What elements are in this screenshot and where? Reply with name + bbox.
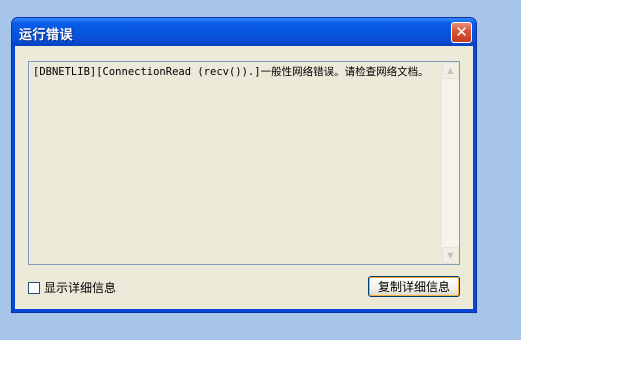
show-details-label: 显示详细信息 bbox=[44, 281, 117, 295]
error-message-box[interactable]: [DBNETLIB][ConnectionRead (recv()).]一般性网… bbox=[28, 61, 460, 265]
scroll-down-arrow-icon: ▼ bbox=[447, 251, 454, 260]
vertical-scrollbar[interactable]: ▲ ▼ bbox=[442, 62, 459, 264]
copy-details-button[interactable]: 复制详细信息 bbox=[368, 276, 460, 297]
show-details-option[interactable]: 显示详细信息 bbox=[28, 279, 116, 296]
error-message-text: [DBNETLIB][ConnectionRead (recv()).]一般性网… bbox=[33, 66, 429, 78]
scroll-up-arrow-icon: ▲ bbox=[447, 66, 454, 75]
dialog-body: [DBNETLIB][ConnectionRead (recv()).]一般性网… bbox=[15, 46, 473, 309]
title-bar[interactable]: 运行错误 ✕ bbox=[12, 18, 476, 46]
close-icon: ✕ bbox=[455, 23, 468, 41]
scroll-down-button[interactable]: ▼ bbox=[442, 247, 459, 264]
scroll-up-button[interactable]: ▲ bbox=[442, 62, 459, 79]
window-title: 运行错误 bbox=[19, 28, 74, 43]
error-dialog: 运行错误 ✕ [DBNETLIB][ConnectionRead (recv()… bbox=[11, 17, 477, 313]
show-details-checkbox[interactable] bbox=[28, 281, 40, 294]
close-button[interactable]: ✕ bbox=[451, 22, 472, 43]
